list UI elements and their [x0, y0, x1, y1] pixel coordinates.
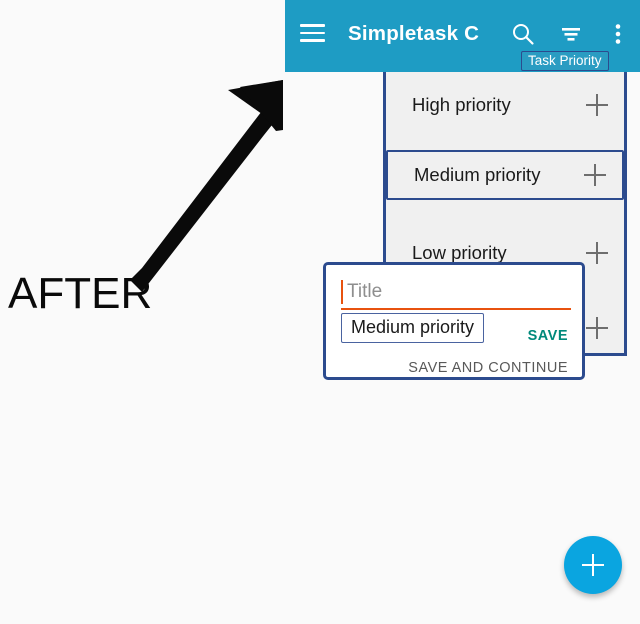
plus-icon [582, 554, 604, 576]
menu-bar [300, 39, 325, 42]
plus-icon[interactable] [586, 94, 608, 116]
after-label: AFTER [8, 269, 153, 318]
save-button[interactable]: SAVE [528, 328, 568, 344]
add-task-fab[interactable] [564, 536, 622, 594]
add-task-dialog: Title Medium priority SAVE SAVE AND CONT… [323, 262, 585, 380]
menu-bar [300, 31, 325, 35]
priority-list-item-high[interactable]: High priority [386, 82, 624, 132]
overflow-menu-icon[interactable] [605, 21, 631, 47]
plus-icon[interactable] [586, 317, 608, 339]
search-icon[interactable] [510, 21, 536, 47]
priority-chip[interactable]: Medium priority [341, 313, 485, 343]
plus-icon[interactable] [584, 164, 606, 186]
plus-icon[interactable] [586, 242, 608, 264]
title-input-placeholder: Title [347, 281, 383, 302]
title-input-underline [341, 308, 571, 311]
app-title: Simpletask C [348, 22, 480, 45]
priority-item-label: High priority [412, 94, 511, 115]
phone-screen: Simpletask C Task Priority High priority… [285, 0, 640, 619]
priority-item-label: Low priority [412, 242, 507, 263]
priority-list-item-medium[interactable]: Medium priority [386, 150, 624, 200]
text-caret [341, 280, 344, 304]
save-and-continue-button[interactable]: SAVE AND CONTINUE [408, 360, 568, 376]
task-priority-tooltip: Task Priority [521, 51, 609, 71]
filter-icon[interactable] [558, 21, 584, 47]
title-input-field[interactable]: Title [341, 279, 571, 311]
hamburger-menu-icon[interactable] [300, 24, 325, 42]
priority-item-label: Medium priority [414, 164, 541, 185]
menu-bar [300, 24, 325, 27]
